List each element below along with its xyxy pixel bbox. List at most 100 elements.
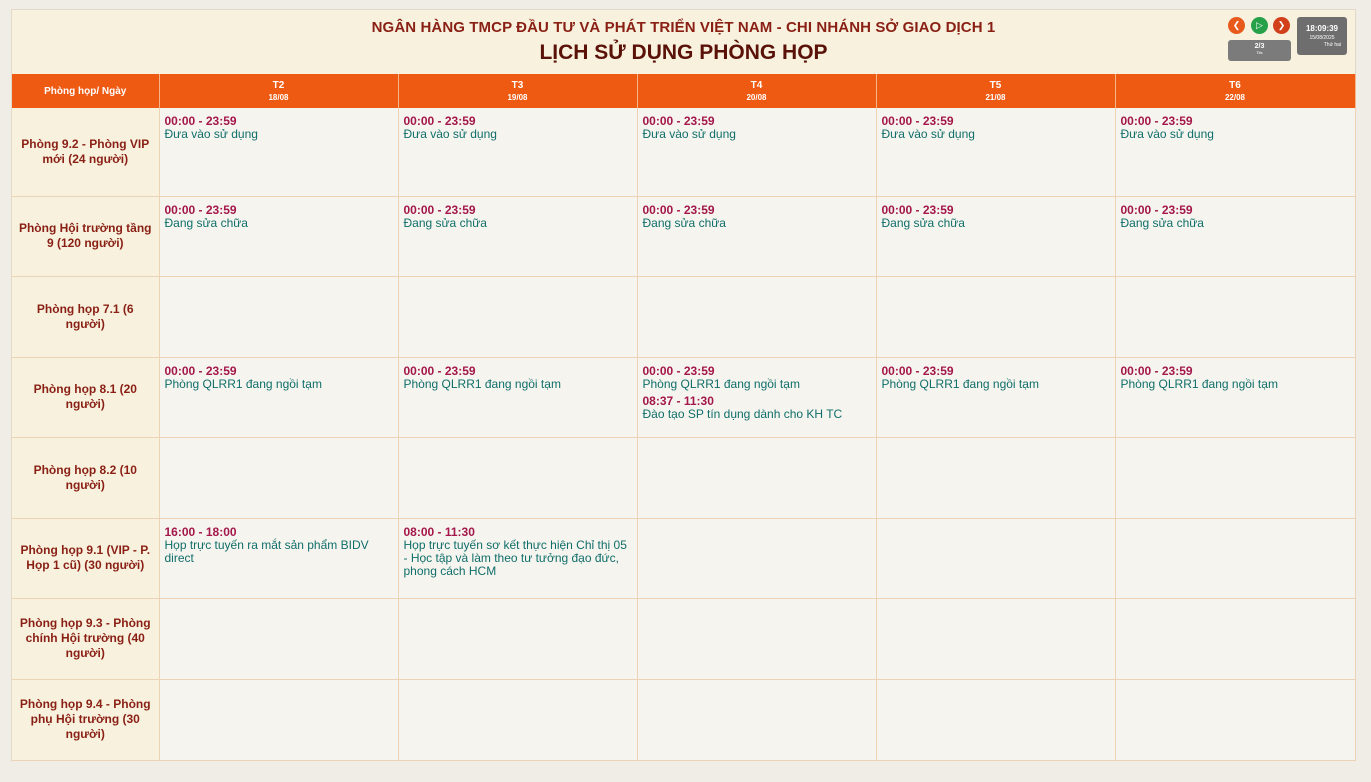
schedule-cell[interactable]: 00:00 - 23:59 Đưa vào sử dụng [398,108,638,197]
table-row: Phòng họp 9.4 - Phòng phụ Hội trường (30… [12,679,1356,761]
booking-time: 00:00 - 23:59 [642,202,715,217]
page-indicator: 2/3 Tits [1228,40,1291,61]
header: NGÂN HÀNG TMCP ĐẦU TƯ VÀ PHÁT TRIỂN VIỆT… [12,10,1355,74]
schedule-cell[interactable] [876,679,1116,761]
schedule-cell[interactable] [1115,437,1356,519]
booking-title: Đang sửa chữa [881,215,965,230]
schedule-cell[interactable]: 00:00 - 23:59 Phòng QLRR1 đang ngồi tạm 08… [637,357,877,438]
schedule-cell[interactable]: 00:00 - 23:59 Đưa vào sử dụng [876,108,1116,197]
page-number: 2/3 [1254,43,1265,50]
table-row: Phòng Hội trường tầng 9 (120 người) 00:00… [12,196,1356,277]
booking-time: 08:00 - 11:30 [403,524,475,539]
clock-widget: 18:09:39 15/08/2025 Thứ hai [1297,17,1347,55]
booking-entry[interactable]: 00:00 - 23:59 Đưa vào sử dụng [1121,114,1350,141]
booking-entry[interactable]: 00:00 - 23:59 Đưa vào sử dụng [882,114,1110,141]
play-icon[interactable]: ▷ [1251,17,1268,34]
booking-title: Đưa vào sử dụng [881,127,975,141]
schedule-cell[interactable] [637,437,877,519]
booking-entry[interactable]: 16:00 - 18:00 Họp trực tuyến ra mắt sản p… [165,525,393,565]
booking-entry[interactable]: 00:00 - 23:59 Đang sửa chữa [1121,203,1350,230]
booking-entry[interactable]: 00:00 - 23:59 Đưa vào sử dụng [165,114,393,141]
booking-title: Họp trực tuyến ra mắt sản phẩm BIDV dire… [164,537,369,565]
table-row: Phòng họp 9.3 - Phòng chính Hội trường (… [12,598,1356,680]
booking-entry[interactable]: 00:00 - 23:59 Phòng QLRR1 đang ngồi tạm [643,364,871,391]
day-header: T3 19/08 [398,74,638,108]
schedule-cell[interactable]: 00:00 - 23:59 Đang sửa chữa [398,196,638,277]
schedule-cell[interactable] [637,518,877,599]
schedule-cell[interactable] [876,276,1116,358]
org-title: NGÂN HÀNG TMCP ĐẦU TƯ VÀ PHÁT TRIỂN VIỆT… [371,19,996,36]
schedule-cell[interactable]: 00:00 - 23:59 Đưa vào sử dụng [1115,108,1356,197]
schedule-cell[interactable]: 00:00 - 23:59 Đưa vào sử dụng [637,108,877,197]
booking-entry[interactable]: 00:00 - 23:59 Đang sửa chữa [165,203,393,230]
table-row: Phòng họp 7.1 (6 người) [12,276,1356,358]
chevron-right-icon[interactable]: ❯ [1273,17,1290,34]
schedule-cell[interactable] [159,437,399,519]
room-name: Phòng họp 7.1 (6 người) [12,276,160,358]
booking-time: 08:37 - 11:30 [642,393,714,408]
schedule-cell[interactable] [1115,276,1356,358]
table-row: Phòng họp 8.1 (20 người) 00:00 - 23:59 Phò… [12,357,1356,438]
booking-entry[interactable]: 00:00 - 23:59 Đang sửa chữa [404,203,632,230]
schedule-cell[interactable] [159,276,399,358]
schedule-cell[interactable]: 16:00 - 18:00 Họp trực tuyến ra mắt sản p… [159,518,399,599]
schedule-cell[interactable]: 00:00 - 23:59 Đang sửa chữa [637,196,877,277]
schedule-cell[interactable] [876,598,1116,680]
booking-entry[interactable]: 00:00 - 23:59 Phòng QLRR1 đang ngồi tạm [1121,364,1350,391]
booking-title: Phòng QLRR1 đang ngồi tạm [403,376,561,391]
booking-entry[interactable]: 08:00 - 11:30 Họp trực tuyến sơ kết thực … [404,525,632,578]
schedule-cell[interactable] [159,679,399,761]
schedule-cell[interactable] [637,679,877,761]
schedule-cell[interactable]: 00:00 - 23:59 Đang sửa chữa [1115,196,1356,277]
schedule-cell[interactable]: 00:00 - 23:59 Đưa vào sử dụng [159,108,399,197]
room-name: Phòng họp 8.1 (20 người) [12,357,160,438]
schedule-board: NGÂN HÀNG TMCP ĐẦU TƯ VÀ PHÁT TRIỂN VIỆT… [11,9,1356,761]
schedule-cell[interactable]: 00:00 - 23:59 Đang sửa chữa [159,196,399,277]
schedule-cell[interactable] [398,679,638,761]
booking-title: Phòng QLRR1 đang ngồi tạm [881,376,1039,391]
booking-title: Đang sửa chữa [642,215,726,230]
day-date: 22/08 [1224,93,1246,102]
room-name: Phòng 9.2 - Phòng VIP mới (24 người) [12,108,160,197]
booking-title: Đưa vào sử dụng [164,127,258,141]
schedule-cell[interactable]: 00:00 - 23:59 Phòng QLRR1 đang ngồi tạm [876,357,1116,438]
booking-entry[interactable]: 00:00 - 23:59 Đang sửa chữa [882,203,1110,230]
booking-time: 00:00 - 23:59 [403,202,476,217]
schedule-cell[interactable]: 00:00 - 23:59 Đang sửa chữa [876,196,1116,277]
chevron-left-icon[interactable]: ❮ [1228,17,1245,34]
booking-title: Đưa vào sử dụng [1120,127,1214,141]
schedule-cell[interactable] [1115,598,1356,680]
booking-entry[interactable]: 00:00 - 23:59 Phòng QLRR1 đang ngồi tạm [165,364,393,391]
schedule-cell[interactable] [398,276,638,358]
booking-title: Đang sửa chữa [164,215,248,230]
schedule-cell[interactable] [637,276,877,358]
schedule-cell[interactable]: 00:00 - 23:59 Phòng QLRR1 đang ngồi tạm [398,357,638,438]
schedule-cell[interactable]: 08:00 - 11:30 Họp trực tuyến sơ kết thực … [398,518,638,599]
table-row: Phòng họp 8.2 (10 người) [12,437,1356,519]
schedule-cell[interactable]: 00:00 - 23:59 Phòng QLRR1 đang ngồi tạm [1115,357,1356,438]
clock-day: Thứ hai [1323,42,1341,48]
schedule-cell[interactable] [1115,679,1356,761]
booking-title: Phòng QLRR1 đang ngồi tạm [1120,376,1278,391]
booking-entry[interactable]: 08:37 - 11:30 Đào tạo SP tín dụng dành ch… [643,394,871,421]
schedule-cell[interactable] [876,518,1116,599]
clock-date: 15/08/2025 [1309,35,1335,41]
booking-entry[interactable]: 00:00 - 23:59 Đang sửa chữa [643,203,871,230]
schedule-cell[interactable] [637,598,877,680]
schedule-cell[interactable] [159,598,399,680]
booking-entry[interactable]: 00:00 - 23:59 Phòng QLRR1 đang ngồi tạm [882,364,1110,391]
booking-time: 00:00 - 23:59 [881,202,954,217]
schedule-cell[interactable]: 00:00 - 23:59 Phòng QLRR1 đang ngồi tạm [159,357,399,438]
room-name: Phòng Hội trường tầng 9 (120 người) [12,196,160,277]
schedule-cell[interactable] [398,598,638,680]
schedule-cell[interactable] [876,437,1116,519]
day-name: T4 [750,80,763,91]
booking-entry[interactable]: 00:00 - 23:59 Đưa vào sử dụng [643,114,871,141]
booking-time: 00:00 - 23:59 [1120,202,1193,217]
booking-entry[interactable]: 00:00 - 23:59 Phòng QLRR1 đang ngồi tạm [404,364,632,391]
schedule-cell[interactable] [398,437,638,519]
schedule-cell[interactable] [1115,518,1356,599]
table-header-row: Phòng họp/ Ngày T2 18/08 T3 19/08 T4 20/08 T5 2… [12,74,1356,108]
day-header: T5 21/08 [876,74,1116,108]
booking-entry[interactable]: 00:00 - 23:59 Đưa vào sử dụng [404,114,632,141]
